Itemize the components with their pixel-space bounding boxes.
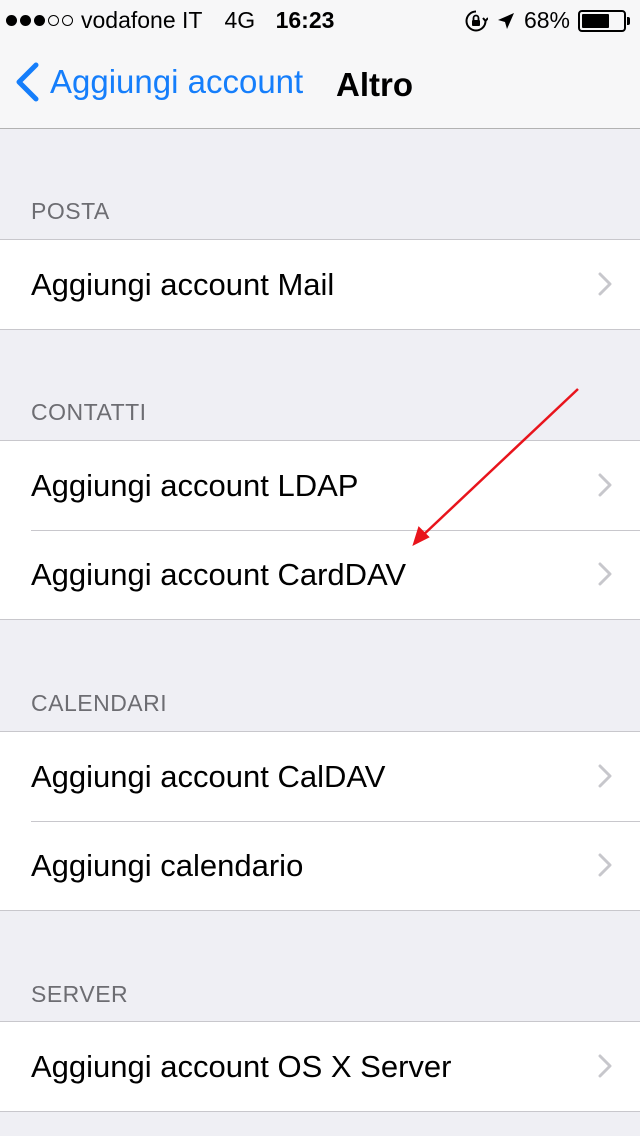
row-label: Aggiungi account LDAP — [31, 467, 359, 503]
chevron-right-icon — [598, 764, 612, 788]
row-label: Aggiungi account OS X Server — [31, 1048, 452, 1084]
section-header-posta: POSTA — [31, 198, 110, 224]
battery-icon — [578, 9, 630, 32]
section-header-server: SERVER — [31, 981, 129, 1007]
orientation-lock-icon — [465, 10, 488, 31]
row-add-carddav-account[interactable]: Aggiungi account CardDAV — [0, 530, 640, 619]
status-right: 68% — [464, 7, 630, 34]
section-header-calendari: CALENDARI — [31, 690, 168, 716]
row-add-calendar[interactable]: Aggiungi calendario — [0, 821, 640, 910]
back-button-label: Aggiungi account — [50, 63, 304, 100]
group-server: Aggiungi account OS X Server — [0, 1021, 640, 1112]
status-time: 16:23 — [275, 7, 335, 33]
row-label: Aggiungi account Mail — [31, 266, 335, 302]
row-label: Aggiungi account CardDAV — [31, 556, 407, 592]
group-posta: Aggiungi account Mail — [0, 239, 640, 330]
row-add-ldap-account[interactable]: Aggiungi account LDAP — [0, 441, 640, 530]
battery-percent: 68% — [523, 7, 570, 33]
page-title: Altro — [336, 66, 413, 103]
navigation-bar: Aggiungi account Altro — [0, 40, 640, 129]
chevron-right-icon — [598, 853, 612, 877]
chevron-left-icon — [16, 62, 39, 102]
back-button[interactable]: Aggiungi account — [14, 62, 303, 102]
chevron-right-icon — [598, 1054, 612, 1078]
location-arrow-icon — [497, 12, 514, 29]
chevron-right-icon — [598, 272, 612, 296]
row-add-caldav-account[interactable]: Aggiungi account CalDAV — [0, 732, 640, 821]
status-bar: vodafone IT 4G 16:23 68% — [0, 0, 640, 40]
group-contatti: Aggiungi account LDAP Aggiungi account C… — [0, 440, 640, 620]
row-label: Aggiungi calendario — [31, 847, 304, 883]
row-label: Aggiungi account CalDAV — [31, 758, 386, 794]
chevron-right-icon — [598, 562, 612, 586]
group-calendari: Aggiungi account CalDAV Aggiungi calenda… — [0, 731, 640, 911]
section-header-contatti: CONTATTI — [31, 399, 147, 425]
chevron-right-icon — [598, 473, 612, 497]
row-add-mail-account[interactable]: Aggiungi account Mail — [0, 240, 640, 329]
row-add-osx-server-account[interactable]: Aggiungi account OS X Server — [0, 1022, 640, 1111]
